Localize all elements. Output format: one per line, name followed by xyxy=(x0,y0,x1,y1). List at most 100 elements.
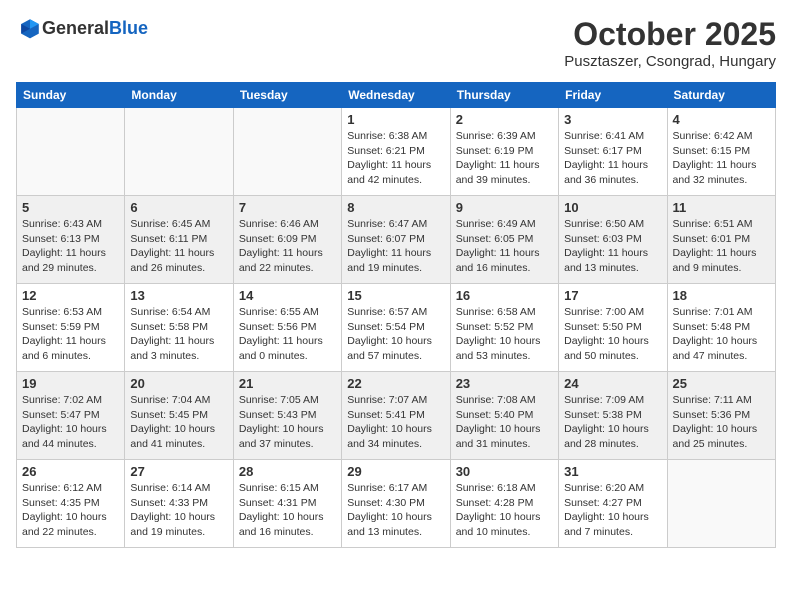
calendar-day-cell: 5Sunrise: 6:43 AMSunset: 6:13 PMDaylight… xyxy=(17,196,125,284)
day-info: Sunrise: 6:18 AMSunset: 4:28 PMDaylight:… xyxy=(456,481,553,540)
weekday-header-friday: Friday xyxy=(559,83,667,108)
day-info: Sunrise: 6:42 AMSunset: 6:15 PMDaylight:… xyxy=(673,129,770,188)
calendar-day-cell: 13 Sunrise: 6:54 AMSunset: 5:58 PMDayligh… xyxy=(125,284,233,372)
day-info: Sunrise: 6:45 AMSunset: 6:11 PMDaylight:… xyxy=(130,217,227,276)
calendar-day-cell: 11Sunrise: 6:51 AMSunset: 6:01 PMDayligh… xyxy=(667,196,775,284)
calendar-day-cell: 10Sunrise: 6:50 AMSunset: 6:03 PMDayligh… xyxy=(559,196,667,284)
calendar-day-cell: 20 Sunrise: 7:04 AMSunset: 5:45 PMDayligh… xyxy=(125,372,233,460)
calendar-day-cell xyxy=(667,460,775,548)
calendar-day-cell: 21Sunrise: 7:05 AMSunset: 5:43 PMDayligh… xyxy=(233,372,341,460)
calendar-week-row: 26 Sunrise: 6:12 AMSunset: 4:35 PMDayligh… xyxy=(17,460,776,548)
weekday-header-saturday: Saturday xyxy=(667,83,775,108)
day-number: 15 xyxy=(347,288,444,303)
day-number: 20 xyxy=(130,376,227,391)
calendar-day-cell: 7Sunrise: 6:46 AMSunset: 6:09 PMDaylight… xyxy=(233,196,341,284)
day-info: Sunrise: 6:46 AMSunset: 6:09 PMDaylight:… xyxy=(239,217,336,276)
day-number: 13 xyxy=(130,288,227,303)
weekday-header-wednesday: Wednesday xyxy=(342,83,450,108)
calendar-day-cell: 22 Sunrise: 7:07 AMSunset: 5:41 PMDayligh… xyxy=(342,372,450,460)
calendar-week-row: 12 Sunrise: 6:53 AMSunset: 5:59 PMDayligh… xyxy=(17,284,776,372)
calendar-day-cell: 16 Sunrise: 6:58 AMSunset: 5:52 PMDayligh… xyxy=(450,284,558,372)
day-info: Sunrise: 6:43 AMSunset: 6:13 PMDaylight:… xyxy=(22,217,119,276)
day-info: Sunrise: 7:07 AMSunset: 5:41 PMDaylight:… xyxy=(347,393,444,452)
weekday-header-thursday: Thursday xyxy=(450,83,558,108)
calendar-day-cell: 15 Sunrise: 6:57 AMSunset: 5:54 PMDayligh… xyxy=(342,284,450,372)
day-info: Sunrise: 6:54 AMSunset: 5:58 PMDaylight:… xyxy=(130,305,227,364)
day-info: Sunrise: 6:15 AMSunset: 4:31 PMDaylight:… xyxy=(239,481,336,540)
day-info: Sunrise: 7:08 AMSunset: 5:40 PMDaylight:… xyxy=(456,393,553,452)
calendar-day-cell: 18Sunrise: 7:01 AMSunset: 5:48 PMDayligh… xyxy=(667,284,775,372)
calendar-day-cell: 1Sunrise: 6:38 AMSunset: 6:21 PMDaylight… xyxy=(342,108,450,196)
day-number: 22 xyxy=(347,376,444,391)
calendar-day-cell: 14Sunrise: 6:55 AMSunset: 5:56 PMDayligh… xyxy=(233,284,341,372)
day-number: 12 xyxy=(22,288,119,303)
day-info: Sunrise: 6:12 AMSunset: 4:35 PMDaylight:… xyxy=(22,481,119,540)
day-info: Sunrise: 7:09 AMSunset: 5:38 PMDaylight:… xyxy=(564,393,661,452)
day-number: 29 xyxy=(347,464,444,479)
calendar-day-cell: 27Sunrise: 6:14 AMSunset: 4:33 PMDayligh… xyxy=(125,460,233,548)
calendar-day-cell: 4 Sunrise: 6:42 AMSunset: 6:15 PMDaylight… xyxy=(667,108,775,196)
calendar-week-row: 19 Sunrise: 7:02 AMSunset: 5:47 PMDayligh… xyxy=(17,372,776,460)
calendar-week-row: 5Sunrise: 6:43 AMSunset: 6:13 PMDaylight… xyxy=(17,196,776,284)
day-info: Sunrise: 7:02 AMSunset: 5:47 PMDaylight:… xyxy=(22,393,119,452)
day-number: 4 xyxy=(673,112,770,127)
day-number: 16 xyxy=(456,288,553,303)
day-info: Sunrise: 7:00 AMSunset: 5:50 PMDaylight:… xyxy=(564,305,661,364)
day-info: Sunrise: 7:11 AMSunset: 5:36 PMDaylight:… xyxy=(673,393,770,452)
day-info: Sunrise: 6:49 AMSunset: 6:05 PMDaylight:… xyxy=(456,217,553,276)
day-info: Sunrise: 7:04 AMSunset: 5:45 PMDaylight:… xyxy=(130,393,227,452)
day-number: 26 xyxy=(22,464,119,479)
calendar-day-cell: 12 Sunrise: 6:53 AMSunset: 5:59 PMDayligh… xyxy=(17,284,125,372)
calendar-week-row: 1Sunrise: 6:38 AMSunset: 6:21 PMDaylight… xyxy=(17,108,776,196)
weekday-header-monday: Monday xyxy=(125,83,233,108)
logo-icon xyxy=(18,16,42,40)
day-info: Sunrise: 7:05 AMSunset: 5:43 PMDaylight:… xyxy=(239,393,336,452)
day-number: 30 xyxy=(456,464,553,479)
day-info: Sunrise: 6:51 AMSunset: 6:01 PMDaylight:… xyxy=(673,217,770,276)
location-title: Pusztaszer, Csongrad, Hungary xyxy=(564,53,776,70)
calendar-day-cell: 24Sunrise: 7:09 AMSunset: 5:38 PMDayligh… xyxy=(559,372,667,460)
month-title: October 2025 xyxy=(564,16,776,53)
calendar-table: SundayMondayTuesdayWednesdayThursdayFrid… xyxy=(16,82,776,548)
day-info: Sunrise: 6:17 AMSunset: 4:30 PMDaylight:… xyxy=(347,481,444,540)
weekday-header-tuesday: Tuesday xyxy=(233,83,341,108)
logo-general: General xyxy=(42,18,109,38)
day-info: Sunrise: 6:53 AMSunset: 5:59 PMDaylight:… xyxy=(22,305,119,364)
day-number: 14 xyxy=(239,288,336,303)
day-number: 27 xyxy=(130,464,227,479)
day-number: 2 xyxy=(456,112,553,127)
day-number: 3 xyxy=(564,112,661,127)
logo-blue: Blue xyxy=(109,18,148,38)
day-number: 23 xyxy=(456,376,553,391)
day-info: Sunrise: 6:38 AMSunset: 6:21 PMDaylight:… xyxy=(347,129,444,188)
day-info: Sunrise: 6:41 AMSunset: 6:17 PMDaylight:… xyxy=(564,129,661,188)
day-number: 17 xyxy=(564,288,661,303)
day-info: Sunrise: 6:57 AMSunset: 5:54 PMDaylight:… xyxy=(347,305,444,364)
calendar-day-cell: 31 Sunrise: 6:20 AMSunset: 4:27 PMDayligh… xyxy=(559,460,667,548)
day-number: 28 xyxy=(239,464,336,479)
calendar-day-cell xyxy=(233,108,341,196)
day-info: Sunrise: 6:58 AMSunset: 5:52 PMDaylight:… xyxy=(456,305,553,364)
day-number: 25 xyxy=(673,376,770,391)
calendar-day-cell: 26 Sunrise: 6:12 AMSunset: 4:35 PMDayligh… xyxy=(17,460,125,548)
day-number: 19 xyxy=(22,376,119,391)
day-number: 18 xyxy=(673,288,770,303)
day-info: Sunrise: 6:20 AMSunset: 4:27 PMDaylight:… xyxy=(564,481,661,540)
day-number: 31 xyxy=(564,464,661,479)
calendar-day-cell: 9 Sunrise: 6:49 AMSunset: 6:05 PMDaylight… xyxy=(450,196,558,284)
calendar-day-cell: 17 Sunrise: 7:00 AMSunset: 5:50 PMDayligh… xyxy=(559,284,667,372)
page-header: GeneralBlue October 2025 Pusztaszer, Cso… xyxy=(16,16,776,70)
title-block: October 2025 Pusztaszer, Csongrad, Hunga… xyxy=(564,16,776,70)
day-number: 8 xyxy=(347,200,444,215)
calendar-day-cell: 25 Sunrise: 7:11 AMSunset: 5:36 PMDayligh… xyxy=(667,372,775,460)
day-info: Sunrise: 6:39 AMSunset: 6:19 PMDaylight:… xyxy=(456,129,553,188)
day-info: Sunrise: 6:47 AMSunset: 6:07 PMDaylight:… xyxy=(347,217,444,276)
calendar-day-cell: 2 Sunrise: 6:39 AMSunset: 6:19 PMDaylight… xyxy=(450,108,558,196)
calendar-day-cell: 3 Sunrise: 6:41 AMSunset: 6:17 PMDaylight… xyxy=(559,108,667,196)
weekday-header-row: SundayMondayTuesdayWednesdayThursdayFrid… xyxy=(17,83,776,108)
calendar-day-cell: 30 Sunrise: 6:18 AMSunset: 4:28 PMDayligh… xyxy=(450,460,558,548)
logo: GeneralBlue xyxy=(16,16,148,40)
day-number: 9 xyxy=(456,200,553,215)
calendar-day-cell: 23 Sunrise: 7:08 AMSunset: 5:40 PMDayligh… xyxy=(450,372,558,460)
day-number: 6 xyxy=(130,200,227,215)
